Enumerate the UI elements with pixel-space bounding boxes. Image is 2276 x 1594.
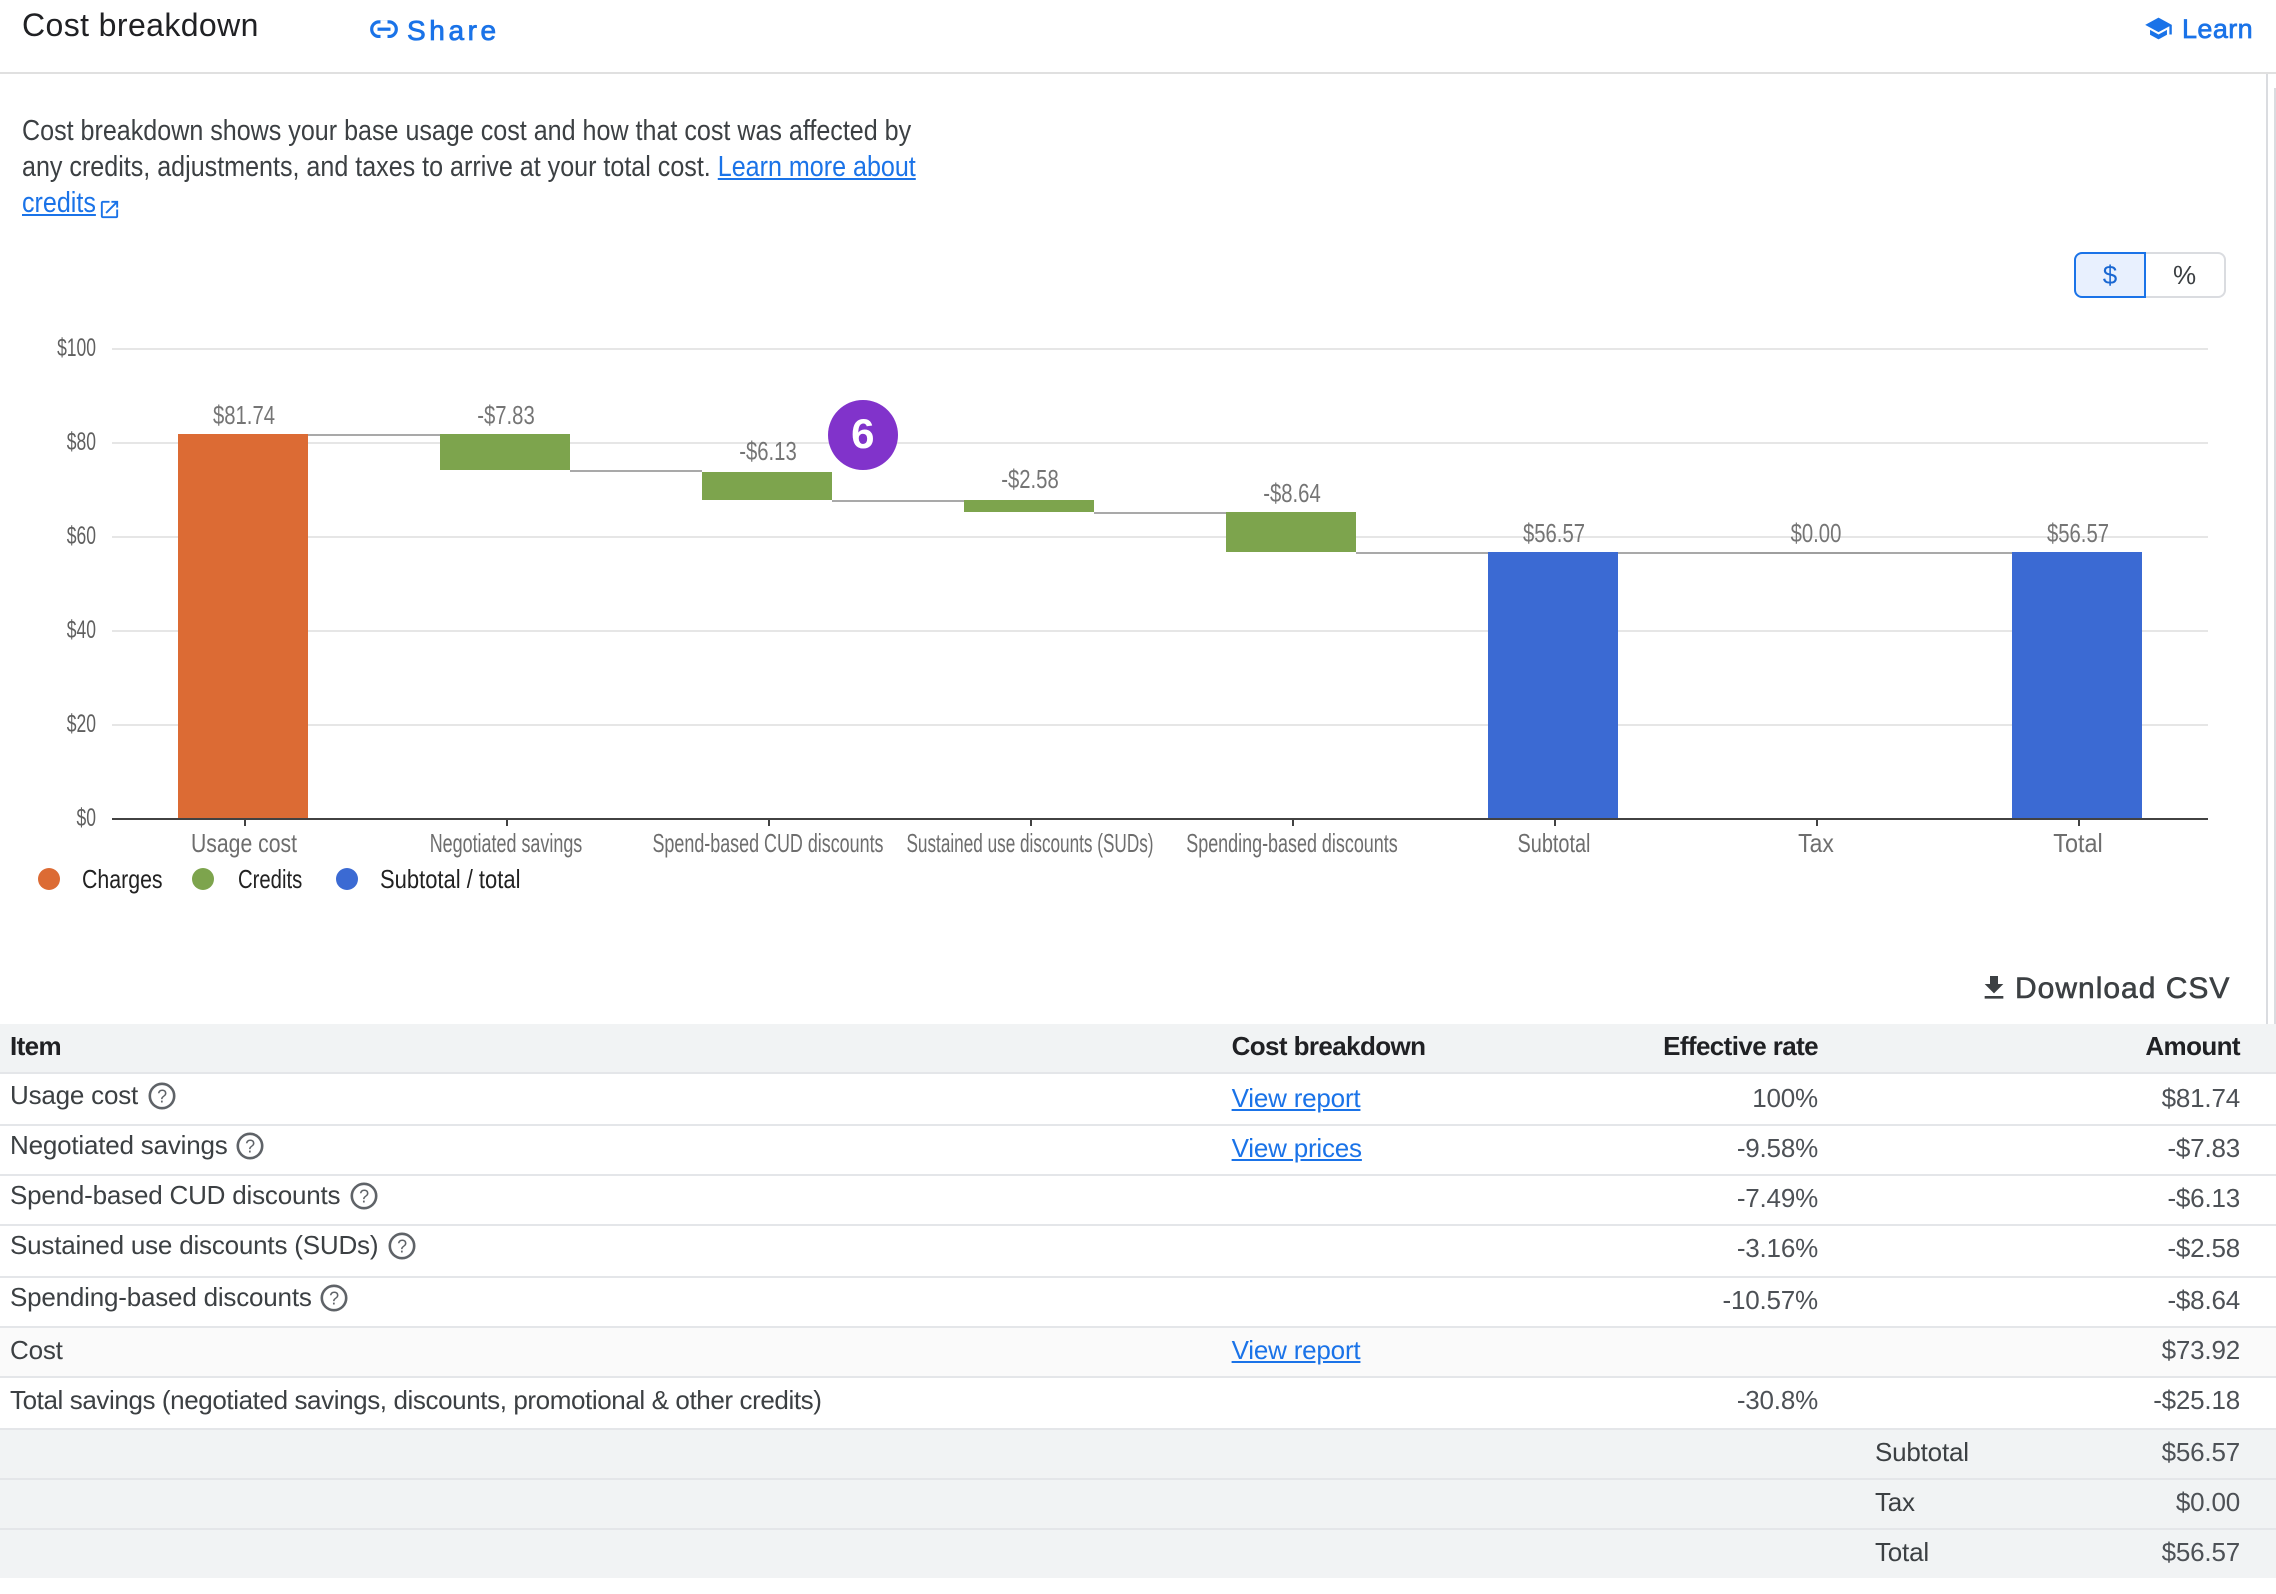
svg-text:?: ? [156, 1085, 166, 1105]
svg-text:?: ? [396, 1237, 406, 1257]
svg-text:?: ? [246, 1136, 256, 1156]
svg-text:?: ? [358, 1187, 368, 1207]
svg-text:?: ? [330, 1288, 340, 1308]
